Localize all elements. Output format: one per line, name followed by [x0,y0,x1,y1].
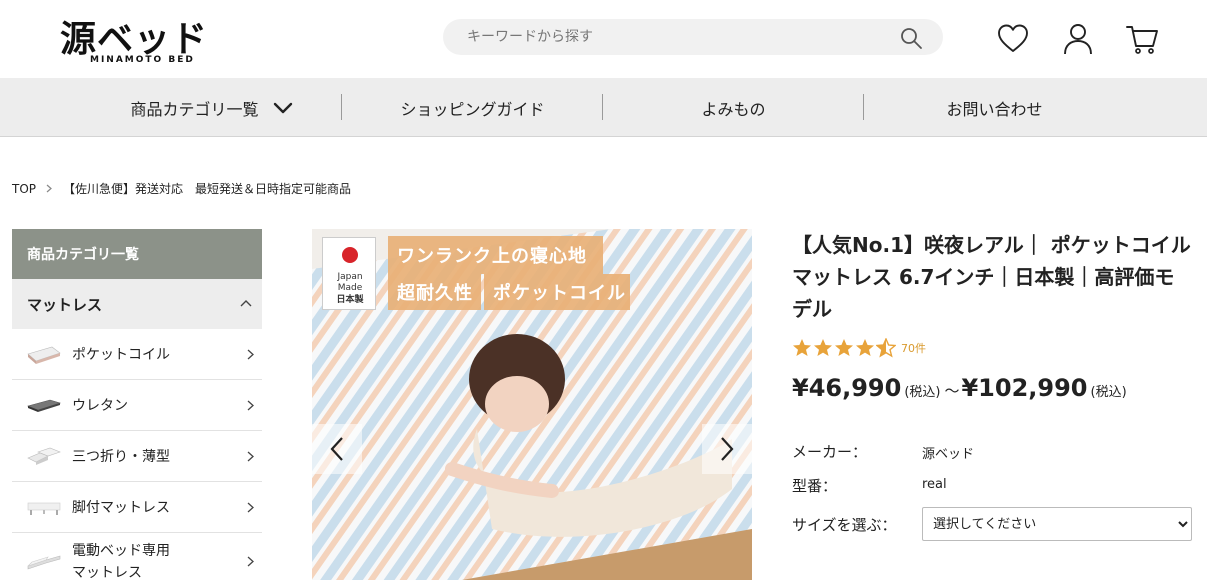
chevron-right-icon [721,437,734,461]
favorites-button[interactable] [996,22,1030,56]
cart-button[interactable] [1125,22,1159,56]
star-icon [835,339,853,356]
user-icon [1064,24,1092,55]
half-star-icon [876,338,896,358]
price-max: ¥102,990 [961,374,1088,402]
sidebar-section-label: マットレス [27,295,103,314]
site-header: 源ベッド MINAMOTO BED [0,0,1207,78]
cart-icon [1126,26,1158,54]
rating[interactable]: 70件 [792,338,1192,358]
nav-item-label: よみもの [701,99,766,119]
chevron-left-icon [330,437,343,461]
breadcrumb-current[interactable]: 【佐川急便】発送対応 最短発送＆日時指定可能商品 [63,180,351,197]
maker-value: 源ベッド [922,447,975,462]
electric-bed-mattress-thumbnail [27,555,61,569]
sidebar-item-label: 脚付マットレス [72,500,170,516]
product-info: 【人気No.1】咲夜レアル｜ ポケットコイルマットレス 6.7インチ｜日本製｜高… [792,229,1192,541]
sidebar-item-label: 電動ベッド専用 マットレス [72,540,170,580]
chevron-right-icon [46,184,52,193]
sidebar-heading: 商品カテゴリ一覧 [12,229,262,279]
breadcrumb-top-link[interactable]: TOP [12,182,36,196]
chevron-right-icon [247,400,254,411]
trifold-mattress-thumbnail [27,447,61,465]
sidebar-item-label: 三つ折り・薄型 [72,449,170,465]
model-value: real [922,477,947,492]
legged-mattress-thumbnail [27,502,61,515]
maker-label: メーカー： [792,443,868,461]
sidebar-section-mattress[interactable]: マットレス [12,279,262,329]
sidebar-item-electric-bed-mattress[interactable]: 電動ベッド専用 マットレス [12,533,262,580]
star-icon [856,339,874,356]
category-sidebar: 商品カテゴリ一覧 マットレス ポケットコイル ウレタン 三つ折り・薄型 脚付マッ… [12,229,262,580]
size-select[interactable]: 選択してください [922,507,1192,541]
heart-icon [998,24,1028,52]
nav-item-articles[interactable]: よみもの [603,78,864,137]
sidebar-item-label: ポケットコイル [72,347,170,363]
chevron-down-icon [273,102,292,113]
chevron-right-icon [247,556,254,567]
logo-subtext: MINAMOTO BED [90,55,195,65]
tax-label: (税込) [904,385,941,400]
chevron-up-icon [240,300,252,307]
urethane-mattress-thumbnail [27,399,62,412]
sidebar-item-pocket-coil[interactable]: ポケットコイル [12,329,262,380]
search-bar [443,19,943,55]
sidebar-item-urethane[interactable]: ウレタン [12,380,262,431]
model-label: 型番： [792,477,838,495]
badge-text: 日本製 [336,295,364,305]
site-logo[interactable]: 源ベッド MINAMOTO BED [60,10,210,68]
tax-label: (税込) [1090,385,1127,400]
gallery-next-button[interactable] [702,424,752,474]
global-nav: 商品カテゴリ一覧 ショッピングガイド よみもの お問い合わせ [0,78,1207,137]
search-icon [901,28,922,49]
chevron-right-icon [247,349,254,360]
star-icon [793,339,811,356]
product-title: 【人気No.1】咲夜レアル｜ ポケットコイルマットレス 6.7インチ｜日本製｜高… [792,233,1191,321]
product-image-gallery[interactable]: Japan Made 日本製 ワンランク上の寝心地 超耐久性 ポケットコイル [312,229,752,580]
search-input[interactable] [467,19,887,55]
japan-made-badge: Japan Made 日本製 [322,237,376,310]
size-label: サイズを選ぶ： [792,516,897,534]
sidebar-item-legged-mattress[interactable]: 脚付マットレス [12,482,262,533]
price-min: ¥46,990 [792,374,902,402]
sidebar-item-label-line: マットレス [72,564,142,580]
price-range: ¥46,990 (税込) ～ ¥102,990 (税込) [792,374,1192,402]
image-tag: ワンランク上の寝心地 [388,236,603,274]
badge-text: Made [337,283,363,293]
sidebar-item-trifold[interactable]: 三つ折り・薄型 [12,431,262,482]
nav-item-contact[interactable]: お問い合わせ [864,78,1125,137]
pocket-coil-mattress-thumbnail [27,346,61,364]
image-tag: 超耐久性 [388,274,481,310]
gallery-prev-button[interactable] [312,424,362,474]
sidebar-item-label-line: 電動ベッド専用 [72,542,170,559]
nav-item-label: 商品カテゴリ一覧 [130,99,259,119]
star-icon [814,339,832,356]
nav-item-shopping-guide[interactable]: ショッピングガイド [342,78,603,137]
account-button[interactable] [1061,22,1095,56]
nav-item-label: お問い合わせ [946,99,1043,119]
search-button[interactable] [899,26,923,50]
chevron-right-icon [247,502,254,513]
nav-item-categories[interactable]: 商品カテゴリ一覧 [81,78,342,137]
sidebar-item-label: ウレタン [72,398,128,414]
breadcrumb: TOP 【佐川急便】発送対応 最短発送＆日時指定可能商品 [12,180,351,197]
price-separator: ～ [944,382,960,400]
review-count[interactable]: 70件 [901,340,926,356]
badge-text: Japan [337,272,363,282]
nav-item-label: ショッピングガイド [400,99,545,119]
chevron-right-icon [247,451,254,462]
image-tag: ポケットコイル [484,274,630,310]
japan-flag-icon [342,247,358,263]
